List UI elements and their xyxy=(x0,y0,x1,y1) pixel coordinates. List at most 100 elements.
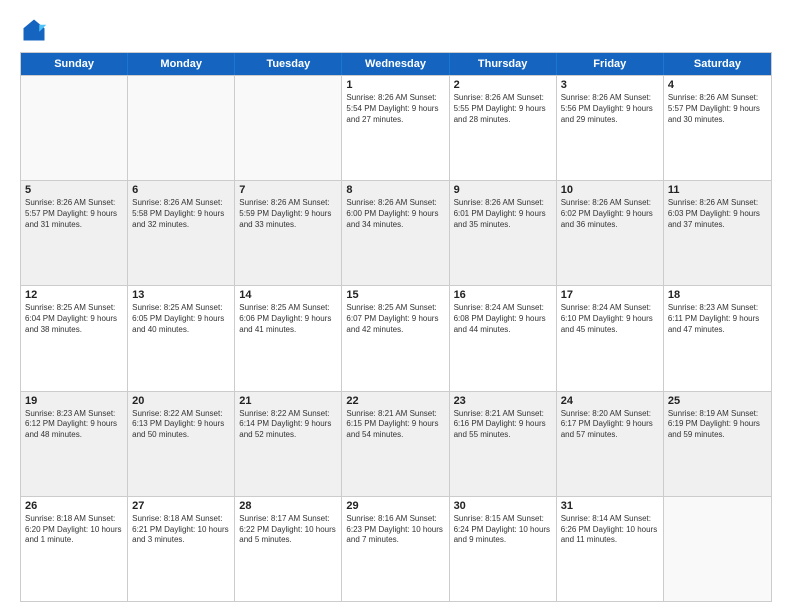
day-info: Sunrise: 8:26 AM Sunset: 6:00 PM Dayligh… xyxy=(346,198,444,230)
day-info: Sunrise: 8:22 AM Sunset: 6:13 PM Dayligh… xyxy=(132,409,230,441)
calendar-day-cell: 13 Sunrise: 8:25 AM Sunset: 6:05 PM Dayli… xyxy=(128,286,235,390)
day-info: Sunrise: 8:22 AM Sunset: 6:14 PM Dayligh… xyxy=(239,409,337,441)
day-info: Sunrise: 8:23 AM Sunset: 6:12 PM Dayligh… xyxy=(25,409,123,441)
calendar-day-cell xyxy=(128,76,235,180)
day-info: Sunrise: 8:26 AM Sunset: 5:58 PM Dayligh… xyxy=(132,198,230,230)
day-info: Sunrise: 8:26 AM Sunset: 5:57 PM Dayligh… xyxy=(25,198,123,230)
day-number: 4 xyxy=(668,79,767,91)
day-number: 16 xyxy=(454,289,552,301)
day-number: 31 xyxy=(561,500,659,512)
calendar-header-cell: Tuesday xyxy=(235,53,342,75)
day-number: 24 xyxy=(561,395,659,407)
calendar-day-cell: 5 Sunrise: 8:26 AM Sunset: 5:57 PM Daylig… xyxy=(21,181,128,285)
day-number: 10 xyxy=(561,184,659,196)
calendar-header-cell: Monday xyxy=(128,53,235,75)
day-number: 3 xyxy=(561,79,659,91)
calendar-day-cell: 18 Sunrise: 8:23 AM Sunset: 6:11 PM Dayli… xyxy=(664,286,771,390)
day-info: Sunrise: 8:26 AM Sunset: 5:56 PM Dayligh… xyxy=(561,93,659,125)
day-number: 9 xyxy=(454,184,552,196)
day-info: Sunrise: 8:26 AM Sunset: 5:54 PM Dayligh… xyxy=(346,93,444,125)
calendar-day-cell: 8Sunrise: 8:26 AM Sunset: 6:00 PM Daylig… xyxy=(342,181,449,285)
day-info: Sunrise: 8:20 AM Sunset: 6:17 PM Dayligh… xyxy=(561,409,659,441)
day-number: 2 xyxy=(454,79,552,91)
calendar-day-cell: 15 Sunrise: 8:25 AM Sunset: 6:07 PM Dayli… xyxy=(342,286,449,390)
calendar-day-cell: 10Sunrise: 8:26 AM Sunset: 6:02 PM Dayli… xyxy=(557,181,664,285)
day-info: Sunrise: 8:24 AM Sunset: 6:08 PM Dayligh… xyxy=(454,303,552,335)
calendar-day-cell: 11Sunrise: 8:26 AM Sunset: 6:03 PM Dayli… xyxy=(664,181,771,285)
calendar-week-row: 26 Sunrise: 8:18 AM Sunset: 6:20 PM Dayli… xyxy=(21,496,771,601)
calendar-day-cell: 29Sunrise: 8:16 AM Sunset: 6:23 PM Dayli… xyxy=(342,497,449,601)
day-info: Sunrise: 8:21 AM Sunset: 6:16 PM Dayligh… xyxy=(454,409,552,441)
day-info: Sunrise: 8:18 AM Sunset: 6:20 PM Dayligh… xyxy=(25,514,123,546)
day-info: Sunrise: 8:25 AM Sunset: 6:04 PM Dayligh… xyxy=(25,303,123,335)
day-info: Sunrise: 8:15 AM Sunset: 6:24 PM Dayligh… xyxy=(454,514,552,546)
calendar-day-cell: 17 Sunrise: 8:24 AM Sunset: 6:10 PM Dayli… xyxy=(557,286,664,390)
day-info: Sunrise: 8:18 AM Sunset: 6:21 PM Dayligh… xyxy=(132,514,230,546)
calendar-day-cell: 22 Sunrise: 8:21 AM Sunset: 6:15 PM Dayli… xyxy=(342,392,449,496)
day-number: 15 xyxy=(346,289,444,301)
day-number: 19 xyxy=(25,395,123,407)
calendar-day-cell: 30Sunrise: 8:15 AM Sunset: 6:24 PM Dayli… xyxy=(450,497,557,601)
day-number: 20 xyxy=(132,395,230,407)
calendar-day-cell xyxy=(21,76,128,180)
calendar-week-row: 12 Sunrise: 8:25 AM Sunset: 6:04 PM Dayli… xyxy=(21,285,771,390)
calendar-day-cell: 28 Sunrise: 8:17 AM Sunset: 6:22 PM Dayli… xyxy=(235,497,342,601)
calendar-header-cell: Wednesday xyxy=(342,53,449,75)
calendar-week-row: 1 Sunrise: 8:26 AM Sunset: 5:54 PM Daylig… xyxy=(21,75,771,180)
calendar-day-cell: 31 Sunrise: 8:14 AM Sunset: 6:26 PM Dayli… xyxy=(557,497,664,601)
calendar-day-cell: 20 Sunrise: 8:22 AM Sunset: 6:13 PM Dayli… xyxy=(128,392,235,496)
day-info: Sunrise: 8:25 AM Sunset: 6:07 PM Dayligh… xyxy=(346,303,444,335)
calendar-body: 1 Sunrise: 8:26 AM Sunset: 5:54 PM Daylig… xyxy=(21,75,771,601)
day-info: Sunrise: 8:26 AM Sunset: 5:57 PM Dayligh… xyxy=(668,93,767,125)
calendar-day-cell: 16 Sunrise: 8:24 AM Sunset: 6:08 PM Dayli… xyxy=(450,286,557,390)
calendar-week-row: 19 Sunrise: 8:23 AM Sunset: 6:12 PM Dayli… xyxy=(21,391,771,496)
day-info: Sunrise: 8:16 AM Sunset: 6:23 PM Dayligh… xyxy=(346,514,444,546)
day-info: Sunrise: 8:23 AM Sunset: 6:11 PM Dayligh… xyxy=(668,303,767,335)
day-info: Sunrise: 8:14 AM Sunset: 6:26 PM Dayligh… xyxy=(561,514,659,546)
calendar-header-cell: Friday xyxy=(557,53,664,75)
day-number: 11 xyxy=(668,184,767,196)
calendar-week-row: 5 Sunrise: 8:26 AM Sunset: 5:57 PM Daylig… xyxy=(21,180,771,285)
logo xyxy=(20,16,52,44)
day-info: Sunrise: 8:26 AM Sunset: 6:01 PM Dayligh… xyxy=(454,198,552,230)
calendar-header-row: SundayMondayTuesdayWednesdayThursdayFrid… xyxy=(21,53,771,75)
day-number: 5 xyxy=(25,184,123,196)
calendar-day-cell: 26 Sunrise: 8:18 AM Sunset: 6:20 PM Dayli… xyxy=(21,497,128,601)
day-info: Sunrise: 8:21 AM Sunset: 6:15 PM Dayligh… xyxy=(346,409,444,441)
day-number: 21 xyxy=(239,395,337,407)
calendar-day-cell: 12 Sunrise: 8:25 AM Sunset: 6:04 PM Dayli… xyxy=(21,286,128,390)
calendar-day-cell: 27Sunrise: 8:18 AM Sunset: 6:21 PM Dayli… xyxy=(128,497,235,601)
day-info: Sunrise: 8:25 AM Sunset: 6:06 PM Dayligh… xyxy=(239,303,337,335)
day-number: 26 xyxy=(25,500,123,512)
day-info: Sunrise: 8:24 AM Sunset: 6:10 PM Dayligh… xyxy=(561,303,659,335)
calendar-day-cell: 7Sunrise: 8:26 AM Sunset: 5:59 PM Daylig… xyxy=(235,181,342,285)
day-info: Sunrise: 8:26 AM Sunset: 5:55 PM Dayligh… xyxy=(454,93,552,125)
calendar-day-cell: 3 Sunrise: 8:26 AM Sunset: 5:56 PM Daylig… xyxy=(557,76,664,180)
calendar-day-cell: 19 Sunrise: 8:23 AM Sunset: 6:12 PM Dayli… xyxy=(21,392,128,496)
calendar-header-cell: Thursday xyxy=(450,53,557,75)
header xyxy=(20,16,772,44)
day-number: 17 xyxy=(561,289,659,301)
day-info: Sunrise: 8:17 AM Sunset: 6:22 PM Dayligh… xyxy=(239,514,337,546)
calendar-day-cell: 21 Sunrise: 8:22 AM Sunset: 6:14 PM Dayli… xyxy=(235,392,342,496)
day-number: 12 xyxy=(25,289,123,301)
calendar-day-cell: 23Sunrise: 8:21 AM Sunset: 6:16 PM Dayli… xyxy=(450,392,557,496)
calendar-day-cell xyxy=(664,497,771,601)
calendar: SundayMondayTuesdayWednesdayThursdayFrid… xyxy=(20,52,772,602)
day-number: 13 xyxy=(132,289,230,301)
calendar-day-cell: 6 Sunrise: 8:26 AM Sunset: 5:58 PM Daylig… xyxy=(128,181,235,285)
calendar-day-cell: 2 Sunrise: 8:26 AM Sunset: 5:55 PM Daylig… xyxy=(450,76,557,180)
logo-icon xyxy=(20,16,48,44)
calendar-day-cell: 1 Sunrise: 8:26 AM Sunset: 5:54 PM Daylig… xyxy=(342,76,449,180)
day-number: 18 xyxy=(668,289,767,301)
day-number: 6 xyxy=(132,184,230,196)
calendar-day-cell: 14 Sunrise: 8:25 AM Sunset: 6:06 PM Dayli… xyxy=(235,286,342,390)
day-number: 22 xyxy=(346,395,444,407)
day-info: Sunrise: 8:25 AM Sunset: 6:05 PM Dayligh… xyxy=(132,303,230,335)
day-info: Sunrise: 8:26 AM Sunset: 5:59 PM Dayligh… xyxy=(239,198,337,230)
day-number: 1 xyxy=(346,79,444,91)
day-number: 28 xyxy=(239,500,337,512)
calendar-day-cell: 24 Sunrise: 8:20 AM Sunset: 6:17 PM Dayli… xyxy=(557,392,664,496)
calendar-day-cell: 4 Sunrise: 8:26 AM Sunset: 5:57 PM Daylig… xyxy=(664,76,771,180)
day-number: 14 xyxy=(239,289,337,301)
